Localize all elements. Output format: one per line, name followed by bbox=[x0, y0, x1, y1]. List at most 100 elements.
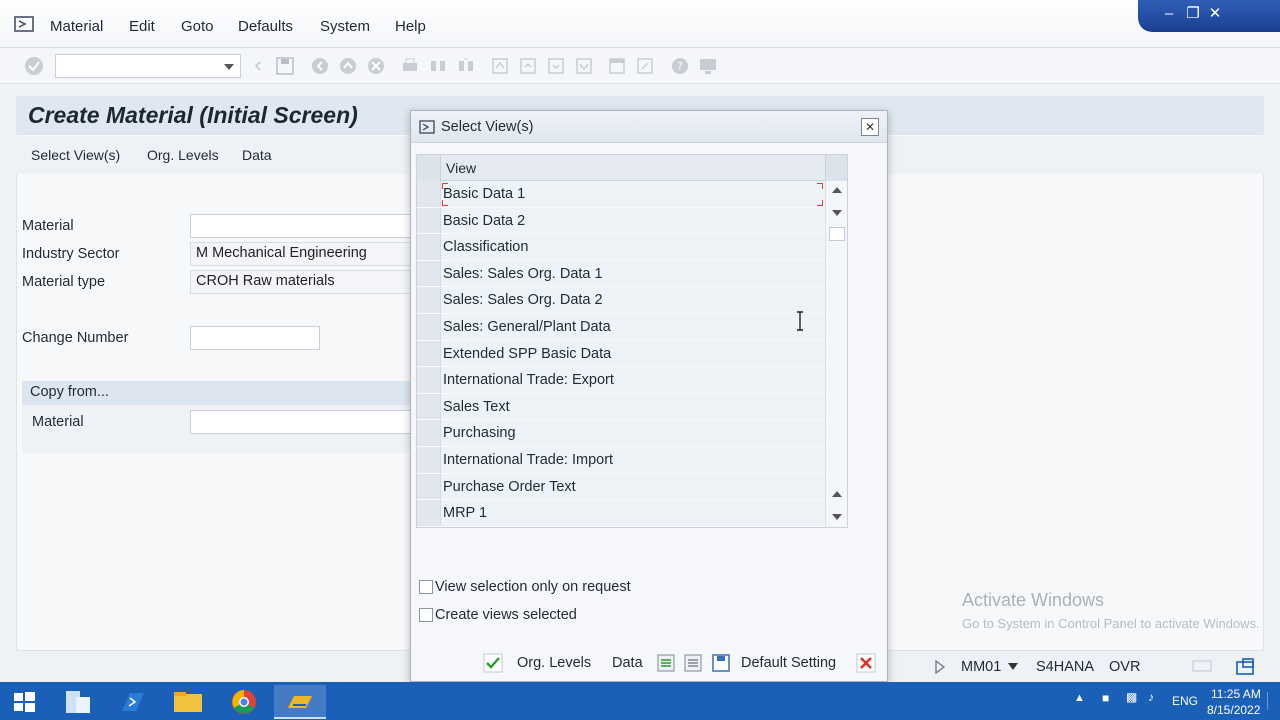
scroll-down-icon[interactable] bbox=[832, 210, 842, 216]
cancel-icon[interactable] bbox=[366, 56, 386, 76]
data-dialog-button[interactable]: Data bbox=[612, 651, 643, 675]
table-row[interactable]: International Trade: Import bbox=[417, 447, 825, 474]
sap-gui-taskbar-item[interactable] bbox=[274, 685, 326, 719]
save-default-icon[interactable] bbox=[711, 653, 731, 673]
show-desktop[interactable] bbox=[1267, 692, 1277, 710]
command-field[interactable] bbox=[55, 54, 241, 78]
exit-icon[interactable] bbox=[338, 56, 358, 76]
chrome-icon[interactable] bbox=[218, 685, 270, 719]
language-indicator[interactable]: ENG bbox=[1172, 694, 1198, 708]
help-icon[interactable]: ? bbox=[670, 56, 690, 76]
table-row[interactable]: International Trade: Export bbox=[417, 367, 825, 394]
table-row[interactable]: Sales Text bbox=[417, 393, 825, 421]
default-setting-button[interactable]: Default Setting bbox=[741, 651, 836, 675]
volume-icon[interactable]: ♪ bbox=[1148, 690, 1154, 704]
scroll-up-icon[interactable] bbox=[832, 187, 842, 193]
view-selection-on-request-label[interactable]: View selection only on request bbox=[435, 579, 631, 595]
shortcut-icon[interactable] bbox=[635, 56, 655, 76]
minimize-icon[interactable]: – bbox=[1158, 4, 1180, 24]
sap-menu-icon[interactable] bbox=[14, 16, 34, 32]
powershell-icon[interactable] bbox=[106, 685, 158, 719]
transaction-code[interactable]: MM01 bbox=[961, 659, 1001, 675]
close-icon[interactable]: ✕ bbox=[861, 118, 879, 136]
copy-material-input[interactable] bbox=[190, 410, 415, 434]
menu-help[interactable]: Help bbox=[395, 18, 426, 35]
enter-check-icon[interactable] bbox=[483, 653, 503, 673]
create-views-selected-label[interactable]: Create views selected bbox=[435, 607, 577, 623]
select-all-cell[interactable] bbox=[417, 155, 441, 181]
insert-mode[interactable]: OVR bbox=[1109, 659, 1140, 675]
row-selector[interactable] bbox=[417, 500, 441, 526]
collapse-icon[interactable] bbox=[250, 56, 264, 76]
table-row[interactable]: Purchase Order Text bbox=[417, 473, 825, 501]
row-selector[interactable] bbox=[417, 207, 441, 234]
file-explorer-icon[interactable] bbox=[162, 685, 214, 719]
next-page-icon[interactable] bbox=[546, 56, 566, 76]
table-row[interactable]: Extended SPP Basic Data bbox=[417, 340, 825, 368]
new-session-icon[interactable] bbox=[607, 56, 627, 76]
deselect-all-icon[interactable] bbox=[683, 653, 703, 673]
table-row[interactable]: Basic Data 1 bbox=[417, 181, 825, 208]
clock-time[interactable]: 11:25 AM bbox=[1211, 687, 1261, 701]
row-selector[interactable] bbox=[417, 393, 441, 420]
industry-sector-field[interactable]: M Mechanical Engineering bbox=[190, 242, 415, 266]
print-icon[interactable] bbox=[400, 56, 420, 76]
cancel-icon[interactable] bbox=[856, 653, 876, 673]
table-row[interactable]: Sales: Sales Org. Data 2 bbox=[417, 287, 825, 314]
restore-icon[interactable]: ❐ bbox=[1182, 4, 1204, 24]
windows-start-icon[interactable] bbox=[0, 685, 48, 719]
computer-icon[interactable] bbox=[50, 685, 102, 719]
change-number-input[interactable] bbox=[190, 326, 320, 350]
table-row[interactable]: Classification bbox=[417, 234, 825, 261]
select-all-icon[interactable] bbox=[656, 653, 676, 673]
row-selector[interactable] bbox=[417, 473, 441, 500]
back-icon[interactable] bbox=[310, 56, 330, 76]
material-input[interactable] bbox=[190, 214, 415, 238]
row-selector[interactable] bbox=[417, 447, 441, 473]
layout-menu-icon[interactable] bbox=[698, 56, 718, 76]
network-icon[interactable]: ▩ bbox=[1126, 690, 1137, 704]
table-row[interactable]: Sales: General/Plant Data bbox=[417, 314, 825, 341]
scroll-thumb[interactable] bbox=[829, 227, 845, 241]
menu-edit[interactable]: Edit bbox=[129, 18, 155, 35]
menu-system[interactable]: System bbox=[320, 18, 370, 35]
find-icon[interactable] bbox=[428, 56, 448, 76]
material-type-field[interactable]: CROH Raw materials bbox=[190, 270, 415, 294]
view-selection-on-request-checkbox[interactable] bbox=[419, 580, 433, 594]
table-row[interactable]: MRP 1 bbox=[417, 500, 825, 527]
table-row[interactable]: Sales: Sales Org. Data 1 bbox=[417, 260, 825, 288]
close-window-icon[interactable]: ✕ bbox=[1204, 4, 1226, 24]
row-selector[interactable] bbox=[417, 260, 441, 287]
save-icon[interactable] bbox=[275, 56, 295, 76]
layout-icon[interactable] bbox=[1192, 660, 1212, 672]
chevron-down-icon[interactable] bbox=[1008, 663, 1018, 671]
org-levels-button[interactable]: Org. Levels bbox=[147, 147, 219, 163]
org-levels-dialog-button[interactable]: Org. Levels bbox=[517, 651, 591, 675]
data-button[interactable]: Data bbox=[242, 147, 272, 163]
scroll-down-icon[interactable] bbox=[832, 514, 842, 520]
row-selector[interactable] bbox=[417, 367, 441, 393]
chevron-down-icon[interactable] bbox=[224, 64, 234, 70]
play-icon[interactable] bbox=[934, 660, 946, 674]
create-views-selected-checkbox[interactable] bbox=[419, 608, 433, 622]
table-row[interactable]: Purchasing bbox=[417, 420, 825, 447]
table-settings-cell[interactable] bbox=[825, 155, 847, 181]
row-selector[interactable] bbox=[417, 287, 441, 313]
row-selector[interactable] bbox=[417, 314, 441, 340]
row-selector[interactable] bbox=[417, 340, 441, 367]
security-icon[interactable]: ■ bbox=[1102, 691, 1109, 705]
chevron-up-icon[interactable]: ▲ bbox=[1074, 692, 1085, 704]
first-page-icon[interactable] bbox=[490, 56, 510, 76]
vertical-scrollbar[interactable] bbox=[825, 181, 847, 527]
scroll-up-icon[interactable] bbox=[832, 491, 842, 497]
row-selector[interactable] bbox=[417, 234, 441, 260]
last-page-icon[interactable] bbox=[574, 56, 594, 76]
row-selector[interactable] bbox=[417, 420, 441, 446]
clock-date[interactable]: 8/15/2022 bbox=[1207, 703, 1260, 717]
enter-check-icon[interactable] bbox=[24, 56, 44, 76]
select-views-button[interactable]: Select View(s) bbox=[31, 147, 120, 163]
find-next-icon[interactable] bbox=[456, 56, 476, 76]
table-row[interactable]: Basic Data 2 bbox=[417, 207, 825, 235]
column-header-view[interactable]: View bbox=[446, 160, 476, 176]
menu-defaults[interactable]: Defaults bbox=[238, 18, 293, 35]
